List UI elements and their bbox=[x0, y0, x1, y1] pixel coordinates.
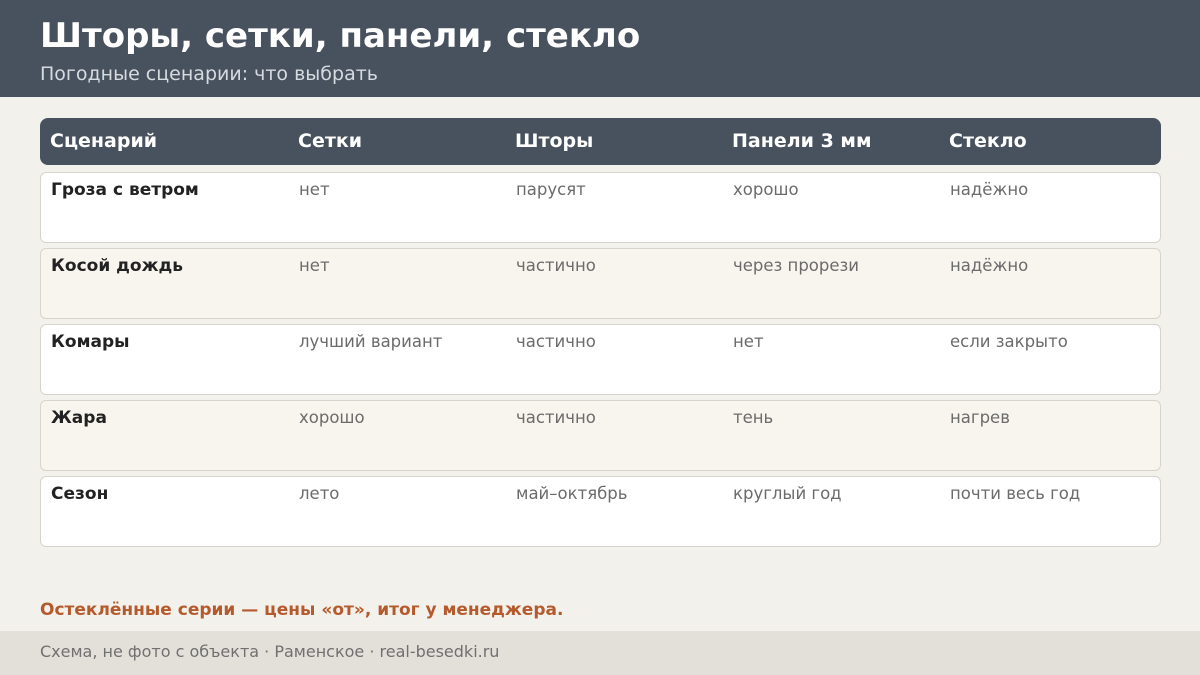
table-cell: нагрев bbox=[950, 408, 1010, 427]
table-cell: лето bbox=[299, 484, 340, 503]
table-cell: круглый год bbox=[733, 484, 842, 503]
table-cell: надёжно bbox=[950, 256, 1029, 275]
table-cell: почти весь год bbox=[950, 484, 1081, 503]
column-header-scenario: Сценарий bbox=[50, 130, 158, 152]
pricing-note: Остеклённые серии — цены «от», итог у ме… bbox=[40, 600, 564, 620]
row-label: Сезон bbox=[51, 484, 109, 504]
table-cell: через прорези bbox=[733, 256, 860, 275]
table-cell: нет bbox=[733, 332, 764, 351]
column-header-nets: Сетки bbox=[298, 130, 363, 152]
table-cell: надёжно bbox=[950, 180, 1029, 199]
page-subtitle: Погодные сценарии: что выбрать bbox=[40, 63, 378, 85]
table-cell: лучший вариант bbox=[299, 332, 443, 351]
table-row: Косой дождь нет частично через прорези н… bbox=[40, 248, 1161, 319]
page-footer: Схема, не фото с объекта · Раменское · r… bbox=[0, 631, 1200, 675]
table-cell: парусят bbox=[516, 180, 586, 199]
footer-text: Схема, не фото с объекта · Раменское · r… bbox=[40, 642, 500, 661]
column-header-glass: Стекло bbox=[949, 130, 1027, 152]
row-label: Гроза с ветром bbox=[51, 180, 199, 200]
table-cell: частично bbox=[516, 408, 596, 427]
column-header-panels: Панели 3 мм bbox=[732, 130, 872, 152]
table-cell: тень bbox=[733, 408, 774, 427]
table-cell: частично bbox=[516, 256, 596, 275]
page-header: Шторы, сетки, панели, стекло Погодные сц… bbox=[0, 0, 1200, 97]
table-cell: нет bbox=[299, 180, 330, 199]
table-cell: хорошо bbox=[733, 180, 799, 199]
table-row: Гроза с ветром нет парусят хорошо надёжн… bbox=[40, 172, 1161, 243]
table-row: Жара хорошо частично тень нагрев bbox=[40, 400, 1161, 471]
table-row: Сезон лето май–октябрь круглый год почти… bbox=[40, 476, 1161, 547]
table-cell: нет bbox=[299, 256, 330, 275]
table-header: Сценарий Сетки Шторы Панели 3 мм Стекло bbox=[40, 118, 1161, 165]
table-cell: частично bbox=[516, 332, 596, 351]
column-header-curtains: Шторы bbox=[515, 130, 594, 152]
row-label: Жара bbox=[51, 408, 107, 428]
table-cell: хорошо bbox=[299, 408, 365, 427]
table-cell: май–октябрь bbox=[516, 484, 628, 503]
page-title: Шторы, сетки, панели, стекло bbox=[40, 16, 641, 56]
table-row: Комары лучший вариант частично нет если … bbox=[40, 324, 1161, 395]
row-label: Косой дождь bbox=[51, 256, 183, 276]
row-label: Комары bbox=[51, 332, 130, 352]
table-cell: если закрыто bbox=[950, 332, 1068, 351]
